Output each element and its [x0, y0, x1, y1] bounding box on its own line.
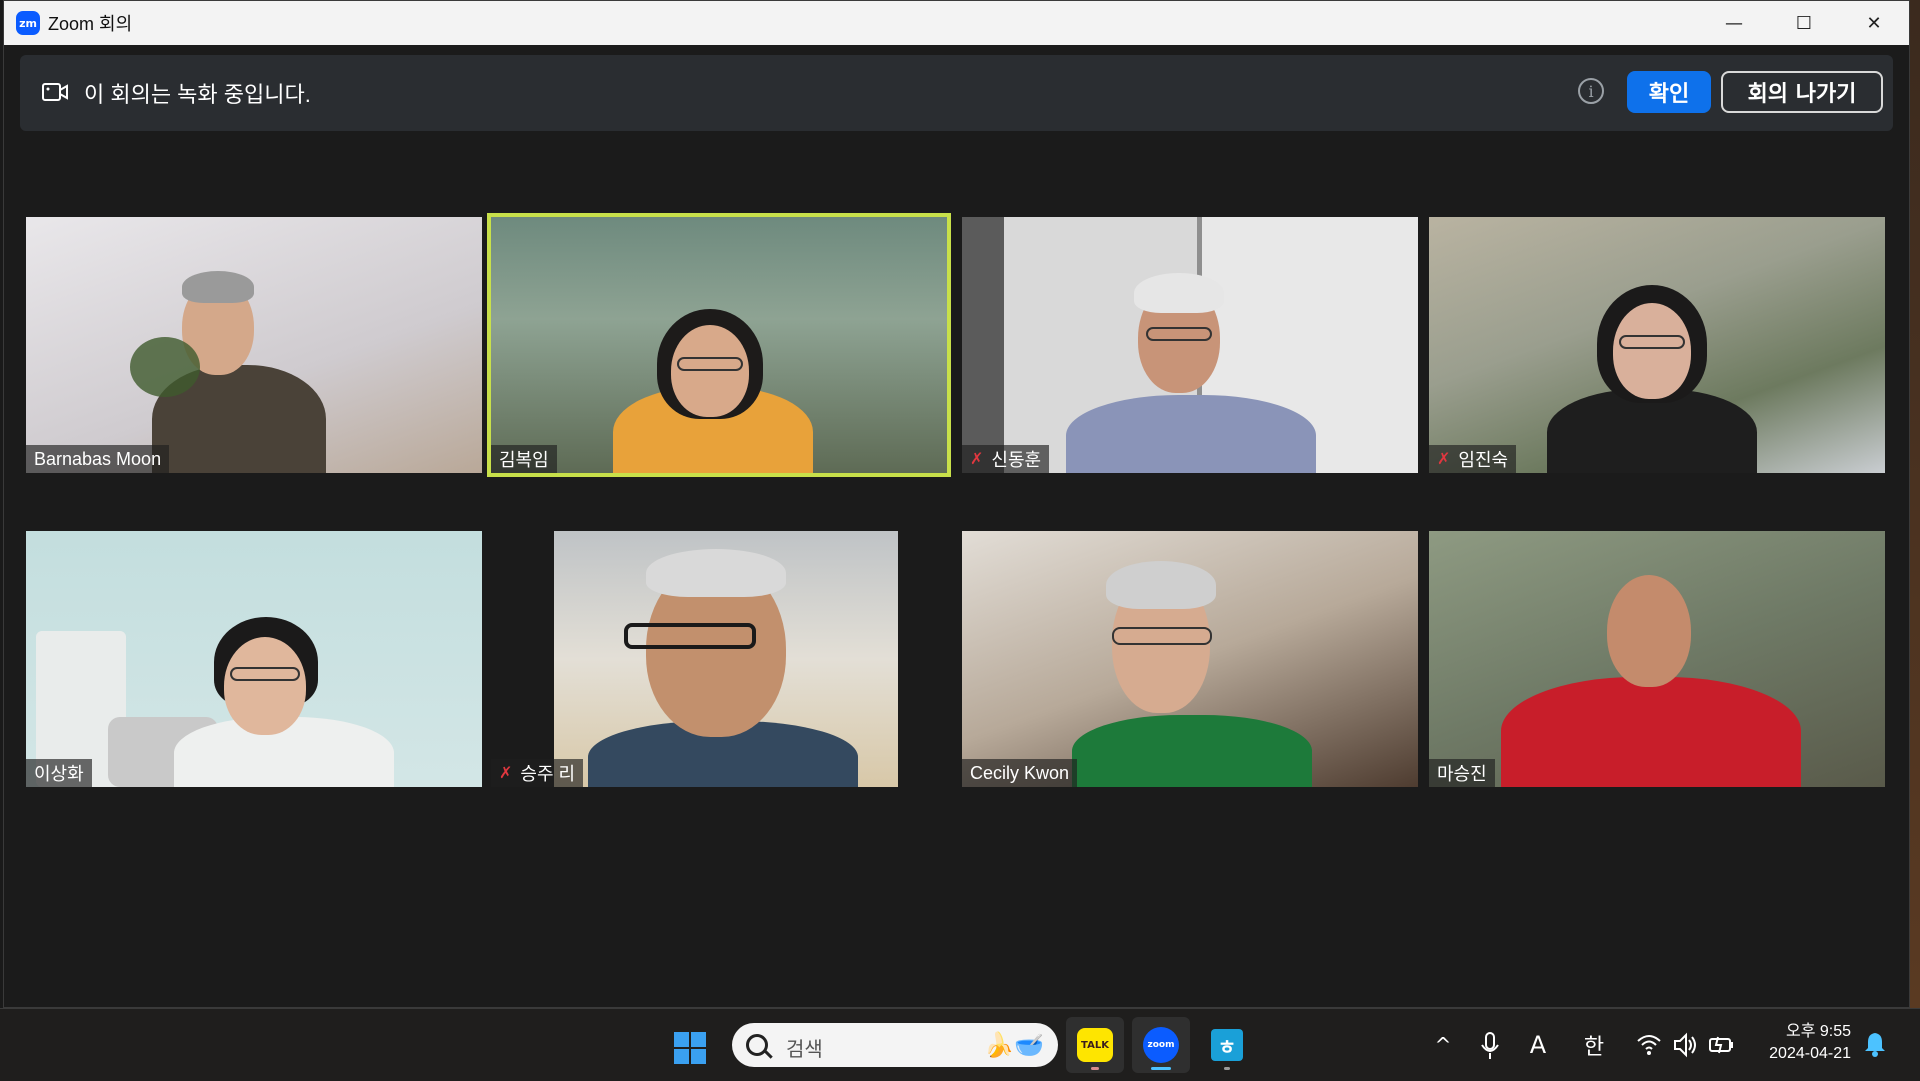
participant-name: 승주 리	[520, 764, 576, 784]
maximize-button[interactable]: ☐	[1769, 1, 1839, 45]
participant-name: 임진숙	[1458, 450, 1509, 470]
participant-name-tag: ✗ 승주 리	[491, 759, 584, 787]
title-bar: zm Zoom 회의 — ☐ ✕	[4, 1, 1909, 45]
participant-name: 마승진	[1437, 764, 1487, 784]
video-tile[interactable]: 이상화	[26, 531, 482, 787]
zoom-window: zm Zoom 회의 — ☐ ✕ 이 회의는 녹화 중입니다. i 확인 회의 …	[3, 0, 1910, 1008]
taskbar-search[interactable]: 검색 🍌🥣	[732, 1023, 1058, 1067]
taskbar-app-kakaotalk[interactable]: TALK	[1066, 1017, 1124, 1073]
participant-name: 신동훈	[991, 450, 1042, 470]
video-tile[interactable]: Barnabas Moon	[26, 217, 482, 473]
video-tile[interactable]: ✗ 신동훈	[962, 217, 1418, 473]
info-icon[interactable]: i	[1578, 78, 1604, 104]
ime-hangul-icon[interactable]: 한	[1578, 1027, 1610, 1063]
volume-icon[interactable]	[1672, 1027, 1698, 1063]
search-placeholder: 검색	[786, 1037, 823, 1061]
video-record-icon	[42, 83, 68, 101]
window-title: Zoom 회의	[48, 14, 133, 34]
video-tile-active-speaker[interactable]: 김복임	[487, 213, 951, 477]
participant-name-tag: 마승진	[1429, 759, 1495, 787]
search-icon	[746, 1034, 768, 1056]
hangul-icon: ㅎ	[1211, 1029, 1243, 1061]
taskbar-clock[interactable]: 오후 9:55 2024-04-21	[1755, 1021, 1851, 1065]
participant-name: Cecily Kwon	[970, 762, 1070, 783]
leave-meeting-button[interactable]: 회의 나가기	[1721, 71, 1883, 113]
tray-overflow-chevron-icon[interactable]: ^	[1428, 1027, 1458, 1063]
participant-name-tag: Cecily Kwon	[962, 759, 1078, 787]
video-tile[interactable]: ✗ 임진숙	[1429, 217, 1885, 473]
ime-alpha-icon[interactable]: A	[1524, 1027, 1552, 1063]
participant-name-tag: ✗ 임진숙	[1429, 445, 1517, 473]
participant-name: 김복임	[499, 450, 549, 470]
minimize-button[interactable]: —	[1699, 1, 1769, 45]
microphone-icon[interactable]	[1478, 1027, 1502, 1063]
video-tile[interactable]: Cecily Kwon	[962, 531, 1418, 787]
taskbar-app-zoom[interactable]: zoom	[1132, 1017, 1190, 1073]
mic-muted-icon: ✗	[1437, 451, 1451, 468]
recording-banner-text: 이 회의는 녹화 중입니다.	[84, 82, 311, 107]
participant-name-tag: ✗ 신동훈	[962, 445, 1050, 473]
search-highlight-icon: 🍌🥣	[984, 1031, 1044, 1059]
video-tile[interactable]: 마승진	[1429, 531, 1885, 787]
clock-time: 오후 9:55	[1785, 1023, 1851, 1040]
mic-muted-icon: ✗	[499, 765, 513, 782]
zoom-icon: zoom	[1143, 1027, 1179, 1063]
participant-name-tag: Barnabas Moon	[26, 445, 170, 473]
recording-banner: 이 회의는 녹화 중입니다. i 확인 회의 나가기	[20, 55, 1893, 131]
clock-date: 2024-04-21	[1769, 1045, 1851, 1062]
confirm-button[interactable]: 확인	[1627, 71, 1711, 113]
video-tile[interactable]: ✗ 승주 리	[491, 531, 947, 787]
participant-name: Barnabas Moon	[34, 448, 162, 469]
participant-name: 이상화	[34, 764, 84, 784]
taskbar: 검색 🍌🥣 TALK zoom ㅎ ^ A 한 오후 9:55 2024-04-…	[0, 1008, 1920, 1081]
close-button[interactable]: ✕	[1839, 1, 1909, 45]
desktop-wallpaper	[1910, 0, 1920, 1008]
notification-bell-icon[interactable]	[1864, 1031, 1886, 1057]
zoom-logo-icon: zm	[16, 11, 40, 35]
participant-name-tag: 김복임	[491, 445, 557, 473]
windows-start-icon[interactable]	[674, 1032, 706, 1064]
kakaotalk-icon: TALK	[1077, 1028, 1113, 1062]
mic-muted-icon: ✗	[970, 451, 984, 468]
wifi-icon[interactable]	[1636, 1027, 1662, 1063]
taskbar-app-hangul[interactable]: ㅎ	[1198, 1017, 1256, 1073]
participant-name-tag: 이상화	[26, 759, 92, 787]
battery-icon[interactable]	[1708, 1027, 1736, 1063]
